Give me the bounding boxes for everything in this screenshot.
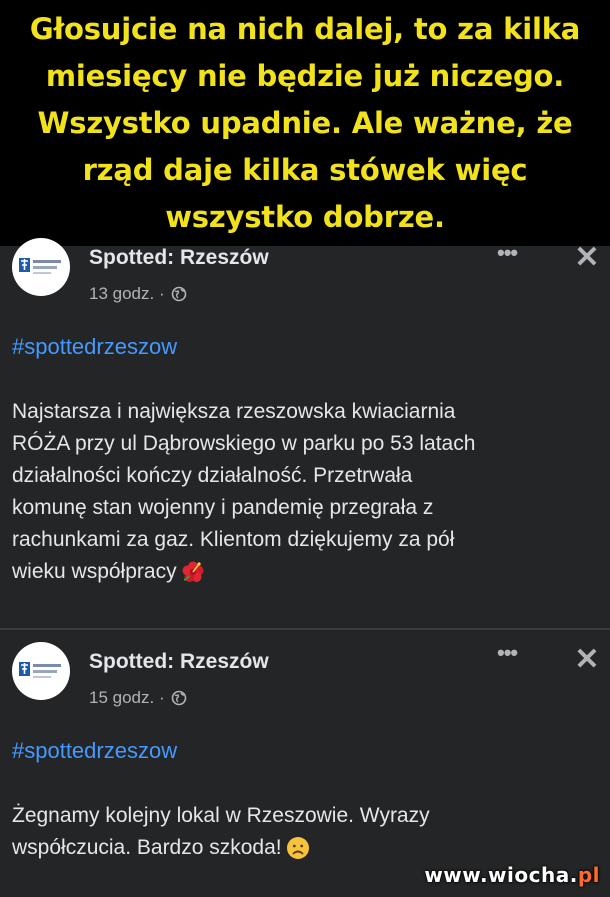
post-body-text: Żegnamy kolejny lokal w Rzeszowie. Wyraz… (12, 804, 430, 859)
post-body: Żegnamy kolejny lokal w Rzeszowie. Wyraz… (12, 800, 587, 864)
more-options-icon[interactable]: ••• (497, 640, 518, 666)
page-name[interactable]: Spotted: Rzeszów (89, 650, 269, 674)
post-meta: 15 godz. · (89, 688, 187, 708)
caption-text: Głosujcie na nich dalej, to za kilka mie… (29, 11, 581, 234)
post-body: Najstarsza i największa rzeszowska kwiac… (12, 396, 587, 588)
post: Spotted: Rzeszów 15 godz. · ••• ✕ #spott… (0, 630, 610, 897)
close-icon[interactable]: ✕ (572, 642, 602, 677)
meme-caption: Głosujcie na nich dalej, to za kilka mie… (0, 0, 610, 246)
globe-icon (171, 690, 186, 706)
watermark-main: www.wiocha. (424, 863, 578, 887)
post-time[interactable]: 15 godz. · (89, 688, 165, 708)
avatar[interactable] (12, 642, 70, 700)
watermark-tld: pl (577, 863, 600, 887)
site-watermark: www.wiocha.pl (424, 863, 600, 887)
more-options-icon[interactable]: ••• (497, 240, 518, 266)
hibiscus-icon (182, 561, 204, 583)
globe-icon (171, 286, 186, 302)
facebook-feed: Spotted: Rzeszów 13 godz. · ••• ✕ #spott… (0, 238, 610, 897)
frowning-face-icon (286, 837, 309, 860)
page-name[interactable]: Spotted: Rzeszów (89, 246, 269, 270)
post-meta: 13 godz. · (89, 284, 187, 304)
avatar[interactable] (12, 238, 70, 296)
close-icon[interactable]: ✕ (572, 240, 602, 275)
post-body-text: Najstarsza i największa rzeszowska kwiac… (12, 400, 476, 583)
hashtag-link[interactable]: #spottedrzeszow (12, 334, 177, 360)
post-time[interactable]: 13 godz. · (89, 284, 165, 304)
post: Spotted: Rzeszów 13 godz. · ••• ✕ #spott… (0, 238, 610, 628)
hashtag-link[interactable]: #spottedrzeszow (12, 738, 177, 764)
